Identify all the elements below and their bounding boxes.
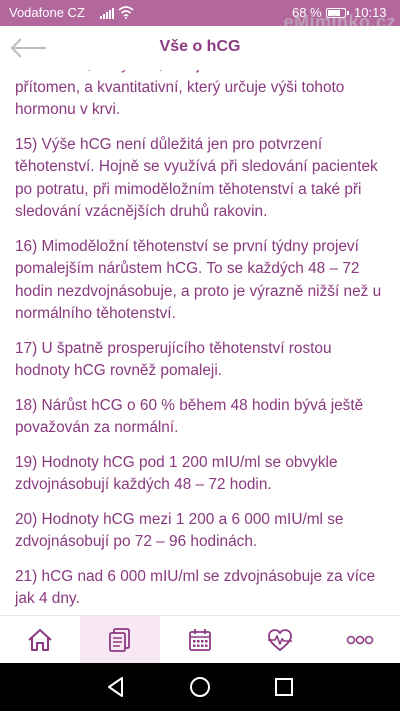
article-paragraph: 21) hCG nad 6 000 mIU/ml se zdvojnásobuj…: [15, 567, 376, 608]
page-title: Vše o hCG: [159, 38, 241, 55]
article-body: kvalitativní, který říká, zda je tento h…: [15, 70, 388, 615]
article-content[interactable]: kvalitativní, který říká, zda je tento h…: [0, 70, 400, 615]
heart-pulse-icon: [268, 629, 292, 652]
wifi-icon: [118, 6, 134, 19]
calendar-icon: [189, 629, 211, 651]
nav-health[interactable]: [240, 616, 320, 664]
article-paragraph: 15) Výše hCG není důležitá jen pro potvr…: [15, 135, 378, 221]
bottom-navigation: [0, 615, 400, 664]
nav-calendar[interactable]: [160, 616, 240, 664]
article-paragraph: 17) U špatně prosperujícího těhotenství …: [15, 339, 332, 380]
signal-icon: [100, 8, 114, 19]
back-triangle-icon[interactable]: [104, 675, 128, 699]
article-paragraph: 20) Hodnoty hCG mezi 1 200 a 6 000 mIU/m…: [15, 510, 344, 551]
carrier-label: Vodafone CZ: [9, 5, 85, 20]
nav-articles[interactable]: [80, 616, 160, 664]
article-paragraph: 16) Mimoděložní těhotenství se první týd…: [15, 237, 382, 323]
nav-home[interactable]: [0, 616, 80, 664]
article-paragraph: 19) Hodnoty hCG pod 1 200 mIU/ml se obvy…: [15, 453, 338, 494]
more-icon: [346, 635, 374, 645]
app-bar: Vše o hCG: [0, 26, 400, 70]
home-circle-icon[interactable]: [188, 675, 212, 699]
article-paragraph: 18) Nárůst hCG o 60 % během 48 hodin býv…: [15, 396, 364, 437]
recents-square-icon[interactable]: [272, 675, 296, 699]
article-paragraph: kvalitativní, který říká, zda je tento h…: [15, 70, 345, 118]
articles-icon: [109, 628, 130, 652]
nav-more[interactable]: [320, 616, 400, 664]
system-navigation-bar: [0, 663, 400, 711]
home-icon: [28, 629, 52, 651]
